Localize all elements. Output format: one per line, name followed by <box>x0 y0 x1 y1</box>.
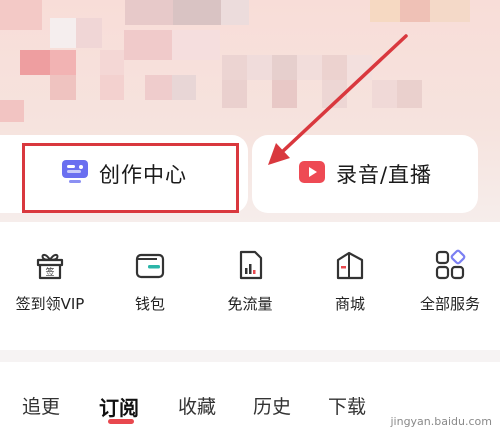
record-live-icon <box>298 160 326 188</box>
service-label: 签到领VIP <box>15 295 85 313</box>
service-item-wallet[interactable]: 钱包 <box>100 248 200 338</box>
mall-icon <box>336 251 364 280</box>
all-services-icon <box>435 249 466 280</box>
record-live-label: 录音/直播 <box>335 163 433 187</box>
tab-follow-updates[interactable]: 追更 <box>22 392 60 419</box>
service-label: 全部服务 <box>419 295 480 313</box>
service-item-sign-in-vip[interactable]: 签 签到领VIP <box>0 248 100 338</box>
tab-subscriptions[interactable]: 订阅 <box>99 392 139 421</box>
creator-center-label: 创作中心 <box>99 163 187 187</box>
watermark-text: jingyan.baidu.com <box>390 415 492 428</box>
gift-box-sign-icon: 签 <box>36 253 64 280</box>
service-item-mall[interactable]: 商城 <box>300 248 400 338</box>
services-grid: 签 签到领VIP 钱包 免流量 商城 全部服务 <box>0 222 500 350</box>
watermark: jingyan.baidu.com <box>390 415 492 428</box>
creator-center-icon <box>61 159 89 189</box>
creator-center-card[interactable]: 创作中心 <box>0 135 248 213</box>
data-free-icon <box>239 250 263 280</box>
record-live-card[interactable]: 录音/直播 <box>252 135 478 213</box>
action-card-row: 创作中心 录音/直播 <box>0 135 500 215</box>
service-item-data-free[interactable]: 免流量 <box>200 248 300 338</box>
wallet-icon <box>135 253 165 279</box>
blurred-profile-mosaic <box>0 0 500 130</box>
service-label: 免流量 <box>227 295 273 313</box>
service-item-all-services[interactable]: 全部服务 <box>400 248 500 338</box>
tab-history[interactable]: 历史 <box>253 392 291 419</box>
service-label: 钱包 <box>134 295 165 313</box>
library-tab-bar: 追更 订阅 收藏 历史 下载 jingyan.baidu.com <box>0 362 500 432</box>
active-tab-indicator <box>108 419 134 424</box>
svg-text:签: 签 <box>45 266 54 278</box>
tab-downloads[interactable]: 下载 <box>328 392 366 419</box>
tab-favorites[interactable]: 收藏 <box>178 392 216 419</box>
service-label: 商城 <box>334 295 365 313</box>
